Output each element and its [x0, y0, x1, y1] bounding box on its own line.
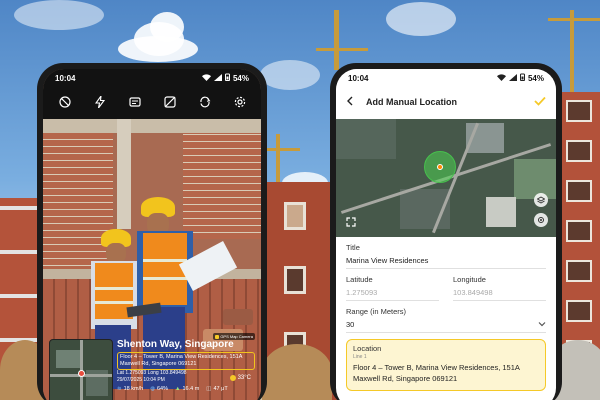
signal-icon: [508, 73, 517, 83]
location-pin-icon[interactable]: [437, 164, 443, 170]
app-badge: GPS Map Camera: [213, 333, 255, 340]
stamp-pressure: ◫ 47 μT: [206, 386, 228, 392]
my-location-icon[interactable]: [534, 213, 548, 227]
settings-icon[interactable]: [232, 94, 248, 110]
status-bar: 10:04 54%: [336, 69, 556, 87]
magnet-icon: ◫: [206, 386, 212, 392]
map-off-icon[interactable]: [162, 94, 178, 110]
longitude-label: Longitude: [453, 275, 486, 284]
location-field[interactable]: Location Line 1 Floor 4 – Tower B, Marin…: [346, 339, 546, 391]
stamp-temperature: 33°C: [229, 375, 251, 381]
status-battery: 54%: [232, 73, 249, 83]
title-label: Title: [346, 243, 360, 252]
stamp-metrics: ≋ 18 km/h ◍ 64% ▲ 16.4 m ◫ 47 μT: [117, 386, 255, 392]
stamp-address: Floor 4 – Tower B, Marina View Residence…: [117, 352, 255, 370]
camera-screen: 10:04 54% GPS Map Camera Shenton Way, Si…: [43, 69, 261, 400]
status-time: 10:04: [348, 73, 369, 83]
location-phone: 10:04 54% Add Manual Location Title Mari…: [330, 63, 562, 400]
camera-badge-icon: [215, 334, 220, 339]
latitude-field[interactable]: 1.275093: [346, 284, 439, 301]
status-battery: 54%: [527, 73, 544, 83]
signal-icon: [213, 73, 222, 83]
switch-camera-icon[interactable]: [197, 94, 213, 110]
wifi-icon: [201, 73, 211, 83]
altitude-icon: ▲: [175, 386, 181, 392]
wind-icon: ≋: [117, 386, 122, 392]
humidity-icon: ◍: [150, 386, 155, 392]
page-title: Add Manual Location: [366, 97, 457, 107]
template-icon[interactable]: [127, 94, 143, 110]
stamp-humidity: ◍ 64%: [150, 386, 169, 392]
app-bar: Add Manual Location: [336, 87, 556, 117]
sun-icon: [229, 375, 236, 381]
no-flash-icon[interactable]: [57, 94, 73, 110]
fullscreen-icon[interactable]: [344, 215, 358, 229]
location-screen: 10:04 54% Add Manual Location Title Mari…: [336, 69, 556, 400]
gps-stamp: GPS Map Camera Shenton Way, Singapore Fl…: [49, 333, 255, 400]
map-pin-icon: [78, 370, 85, 377]
location-value: Floor 4 – Tower B, Marina View Residence…: [353, 363, 520, 383]
location-label: Location: [353, 344, 382, 353]
status-bar: 10:04 54%: [43, 69, 261, 87]
chevron-down-icon: [538, 320, 546, 329]
stamp-altitude: ▲ 16.4 m: [175, 386, 200, 392]
title-field[interactable]: Marina View Residences: [346, 252, 546, 269]
longitude-field[interactable]: 103.849498: [453, 284, 546, 301]
stamp-map-thumbnail: [49, 339, 113, 400]
range-value: 30: [346, 320, 355, 329]
location-form: Title Marina View Residences Latitude 1.…: [336, 243, 556, 391]
confirm-check-icon[interactable]: [534, 93, 546, 111]
battery-icon: [519, 73, 525, 83]
flash-icon[interactable]: [92, 94, 108, 110]
camera-phone: 10:04 54% GPS Map Camera Shenton Way, Si…: [37, 63, 267, 400]
satellite-map[interactable]: [336, 119, 556, 237]
back-arrow-icon[interactable]: [346, 93, 354, 111]
layers-icon[interactable]: [534, 193, 548, 207]
camera-toolbar: [43, 87, 261, 117]
stamp-title: Shenton Way, Singapore: [117, 339, 234, 350]
range-select[interactable]: 30: [346, 316, 546, 333]
wifi-icon: [496, 73, 506, 83]
stamp-wind: ≋ 18 km/h: [117, 386, 144, 392]
range-label: Range (in Meters): [346, 307, 407, 316]
battery-icon: [224, 73, 230, 83]
latitude-label: Latitude: [346, 275, 373, 284]
location-sublabel: Line 1: [353, 354, 367, 360]
status-time: 10:04: [55, 73, 76, 83]
camera-top-bar: 10:04 54%: [43, 69, 261, 119]
